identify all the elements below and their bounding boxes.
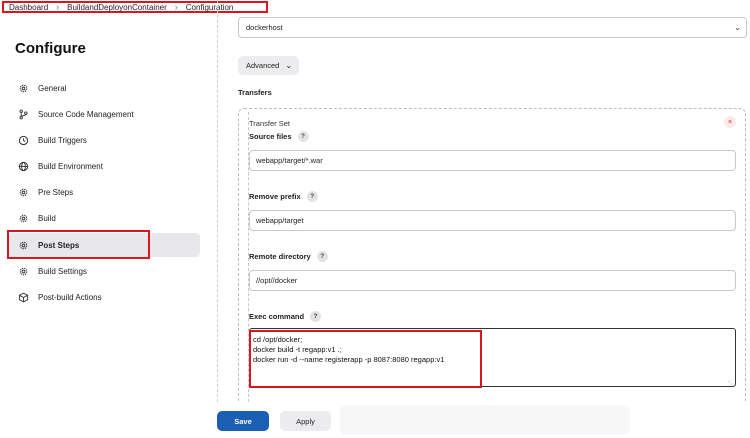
- remove-prefix-input[interactable]: webapp/target: [249, 210, 736, 231]
- gear-icon: [18, 83, 29, 94]
- gear-icon: [18, 187, 29, 198]
- save-button[interactable]: Save: [217, 411, 269, 431]
- breadcrumb: Dashboard › BuildandDeployonContainer › …: [2, 1, 268, 13]
- sidebar-item-label: Post-build Actions: [38, 293, 102, 302]
- highlight-box: [7, 230, 150, 260]
- help-icon[interactable]: ?: [306, 191, 318, 202]
- remove-prefix-label: Remove prefix ?: [249, 191, 318, 202]
- transfer-set-title: Transfer Set: [249, 119, 290, 128]
- breadcrumb-dashboard[interactable]: Dashboard: [9, 3, 48, 12]
- sidebar-item-build-triggers[interactable]: Build Triggers: [8, 128, 200, 152]
- breadcrumb-job[interactable]: BuildandDeployonContainer: [67, 3, 167, 12]
- field-label-text: Source files: [249, 132, 292, 141]
- globe-icon: [18, 161, 29, 172]
- source-files-value: webapp/target/*.war: [256, 156, 323, 165]
- sidebar-item-label: Source Code Management: [38, 109, 134, 119]
- ssh-server-select[interactable]: dockerhost ⌄: [238, 17, 747, 38]
- resize-grip-icon[interactable]: ⋱: [728, 380, 735, 388]
- chevron-down-icon: ⌄: [734, 23, 741, 32]
- breadcrumb-separator: ›: [174, 2, 178, 12]
- help-icon[interactable]: ?: [316, 251, 328, 262]
- apply-button[interactable]: Apply: [280, 411, 331, 431]
- branch-icon: [18, 109, 29, 120]
- transfers-heading: Transfers: [238, 88, 272, 97]
- gear-icon: [18, 213, 29, 224]
- sidebar-item-pre-steps[interactable]: Pre Steps: [8, 181, 200, 205]
- section-divider: [217, 0, 218, 402]
- source-files-input[interactable]: webapp/target/*.war: [249, 150, 736, 171]
- advanced-button-label: Advanced: [246, 61, 280, 70]
- advanced-button[interactable]: Advanced ⌄: [238, 56, 299, 75]
- sidebar-item-label: Build Triggers: [38, 135, 87, 145]
- exec-command-label: Exec command ?: [249, 311, 322, 322]
- sidebar-item-general[interactable]: General: [8, 76, 200, 100]
- field-label-text: Remove prefix: [249, 192, 301, 201]
- remove-prefix-value: webapp/target: [256, 216, 304, 225]
- sidebar-item-label: General: [38, 83, 67, 93]
- help-icon[interactable]: ?: [310, 311, 322, 322]
- chevron-down-icon: ⌄: [285, 61, 293, 70]
- page-title: Configure: [15, 40, 86, 57]
- source-files-label: Source files ?: [249, 131, 309, 142]
- sidebar-item-build-settings[interactable]: Build Settings: [8, 259, 200, 283]
- sidebar-item-post-build-actions[interactable]: Post-build Actions: [8, 286, 200, 310]
- breadcrumb-configuration[interactable]: Configuration: [186, 3, 234, 12]
- remote-directory-label: Remote directory ?: [249, 251, 328, 262]
- sidebar-item-build[interactable]: Build: [8, 207, 200, 231]
- clock-icon: [18, 135, 29, 146]
- ssh-server-select-value: dockerhost: [246, 23, 283, 32]
- bottom-bar-shade: [340, 405, 630, 435]
- sidebar: General Source Code Management Build Tri…: [7, 76, 200, 312]
- sidebar-item-label: Build: [38, 214, 56, 224]
- sidebar-item-label: Pre Steps: [38, 188, 74, 198]
- sidebar-item-source-code-management[interactable]: Source Code Management: [8, 102, 200, 126]
- help-icon[interactable]: ?: [297, 131, 309, 142]
- field-label-text: Remote directory: [249, 252, 311, 261]
- sidebar-item-label: Build Environment: [38, 162, 103, 172]
- highlight-box: [249, 330, 482, 388]
- sidebar-item-build-environment[interactable]: Build Environment: [8, 155, 200, 179]
- field-label-text: Exec command: [249, 312, 305, 321]
- breadcrumb-separator: ›: [56, 2, 60, 12]
- remote-directory-value: //opt//docker: [256, 276, 298, 285]
- remote-directory-input[interactable]: //opt//docker: [249, 270, 736, 291]
- sidebar-item-label: Build Settings: [38, 266, 87, 276]
- close-icon[interactable]: ×: [724, 116, 736, 128]
- sidebar-item-post-steps[interactable]: Post Steps: [7, 230, 200, 260]
- gear-icon: [18, 266, 29, 277]
- cube-icon: [18, 292, 29, 303]
